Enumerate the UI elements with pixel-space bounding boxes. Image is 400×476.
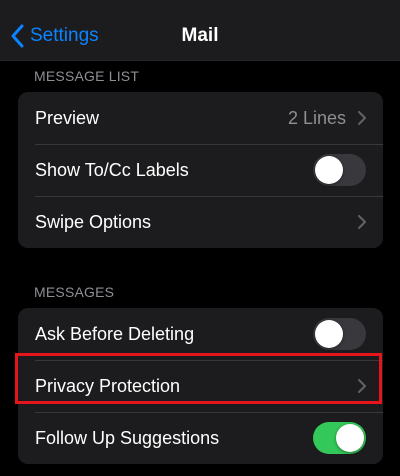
toggle-knob <box>336 424 364 452</box>
chevron-right-icon <box>357 214 367 230</box>
toggle-knob <box>315 320 343 348</box>
follow-up-suggestions-row: Follow Up Suggestions <box>18 412 383 464</box>
section-header-message-list: MESSAGE LIST <box>34 68 140 84</box>
settings-group-message-list: Preview 2 Lines Show To/Cc Labels Swipe … <box>18 92 383 248</box>
navigation-bar: Settings Mail <box>0 0 400 61</box>
section-header-messages: MESSAGES <box>34 284 115 300</box>
show-to-cc-labels-toggle[interactable] <box>313 154 366 186</box>
row-label: Ask Before Deleting <box>35 323 195 344</box>
chevron-right-icon <box>357 110 367 126</box>
settings-group-messages: Ask Before Deleting Privacy Protection F… <box>18 308 383 464</box>
row-value: 2 Lines <box>287 107 346 128</box>
chevron-right-icon <box>357 378 367 394</box>
ask-before-deleting-row: Ask Before Deleting <box>18 308 383 360</box>
toggle-knob <box>315 156 343 184</box>
row-label: Privacy Protection <box>35 375 181 396</box>
follow-up-suggestions-toggle[interactable] <box>313 422 366 454</box>
preview-row[interactable]: Preview 2 Lines <box>18 92 383 144</box>
row-label: Follow Up Suggestions <box>35 427 220 448</box>
row-label: Show To/Cc Labels <box>35 159 189 180</box>
swipe-options-row[interactable]: Swipe Options <box>18 196 383 248</box>
privacy-protection-row[interactable]: Privacy Protection <box>18 360 383 412</box>
row-label: Preview <box>35 107 100 128</box>
page-title: Mail <box>181 25 219 46</box>
row-label: Swipe Options <box>35 211 152 232</box>
ask-before-deleting-toggle[interactable] <box>313 318 366 350</box>
show-to-cc-labels-row: Show To/Cc Labels <box>18 144 383 196</box>
